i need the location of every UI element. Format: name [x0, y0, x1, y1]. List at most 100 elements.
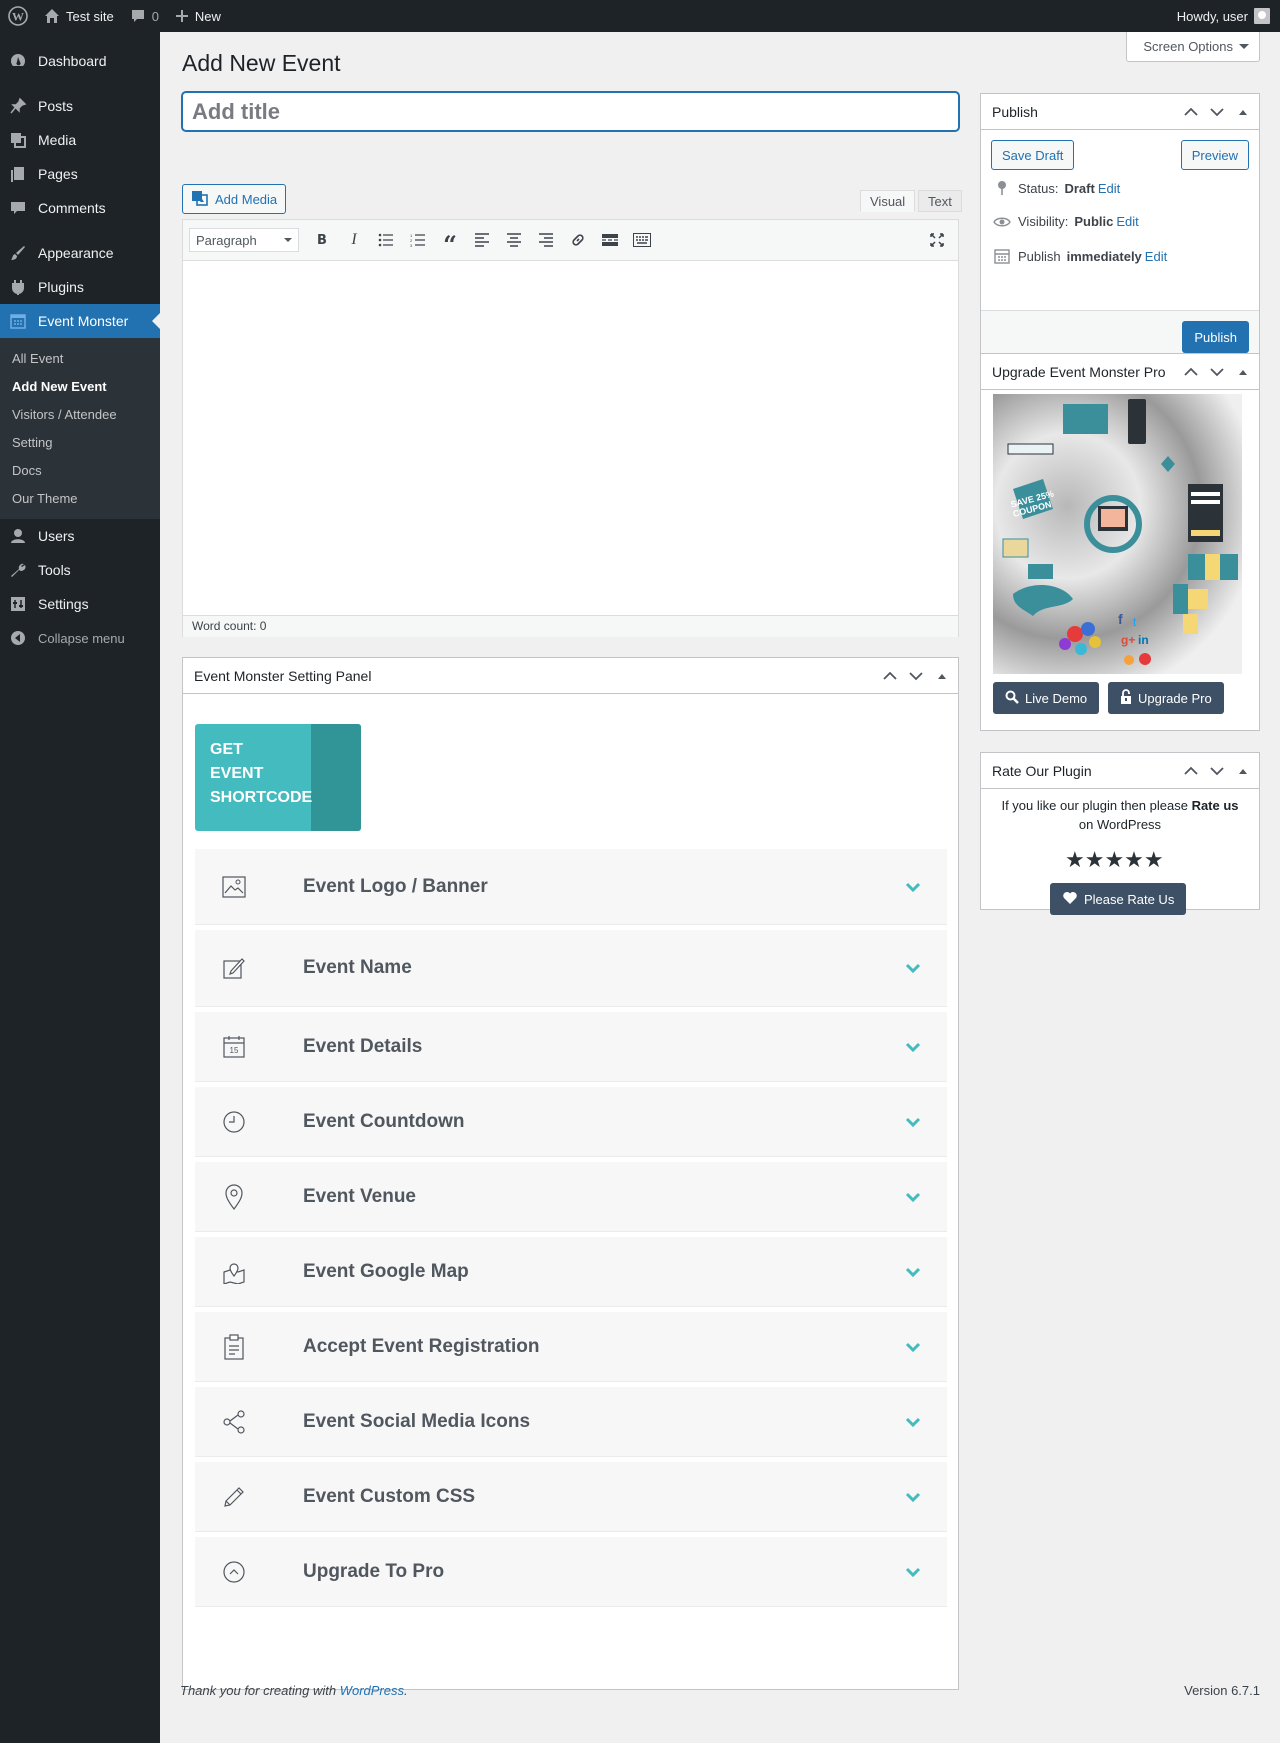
location-pin-icon: [215, 1182, 253, 1212]
menu-label: Appearance: [38, 245, 114, 261]
numbered-list-icon[interactable]: 123: [405, 227, 431, 253]
blockquote-icon[interactable]: “: [437, 227, 463, 257]
section-event-custom-css[interactable]: Event Custom CSS: [195, 1462, 947, 1532]
collapse-triangle-icon[interactable]: [1233, 761, 1253, 781]
tab-text[interactable]: Text: [918, 190, 962, 212]
site-name: Test site: [66, 8, 114, 24]
bullet-list-icon[interactable]: [373, 227, 399, 253]
submenu-add-new-event[interactable]: Add New Event: [0, 373, 160, 401]
section-event-google-map[interactable]: Event Google Map: [195, 1237, 947, 1307]
chevron-down-icon: [905, 1266, 921, 1278]
title-input[interactable]: [182, 92, 959, 131]
upgrade-pro-button[interactable]: Upgrade Pro: [1108, 682, 1224, 714]
plus-icon: [175, 9, 189, 23]
status-label: Status:: [1018, 180, 1059, 196]
upgrade-pro-box: Upgrade Event Monster Pro SAVE 25% COUPO…: [980, 353, 1260, 731]
live-demo-button[interactable]: Live Demo: [993, 682, 1100, 714]
section-event-details[interactable]: 15 Event Details: [195, 1012, 947, 1082]
bold-icon[interactable]: B: [309, 227, 335, 253]
menu-pages[interactable]: Pages: [0, 157, 160, 191]
chevron-up-icon[interactable]: [1181, 102, 1201, 122]
submenu-docs[interactable]: Docs: [0, 457, 160, 485]
add-media-button[interactable]: Add Media: [182, 184, 287, 214]
rate-header[interactable]: Rate Our Plugin: [981, 753, 1259, 789]
align-left-icon[interactable]: [469, 227, 495, 253]
comments-link[interactable]: 0: [122, 0, 167, 32]
format-select[interactable]: Paragraph: [189, 228, 299, 252]
upgrade-title: Upgrade Event Monster Pro: [992, 363, 1166, 380]
collapse-triangle-icon[interactable]: [1233, 362, 1253, 382]
chevron-up-icon[interactable]: [880, 666, 900, 686]
section-event-social-media-icons[interactable]: Event Social Media Icons: [195, 1387, 947, 1457]
setting-panel-header[interactable]: Event Monster Setting Panel: [183, 658, 958, 694]
chevron-down-icon[interactable]: [1207, 102, 1227, 122]
tab-visual[interactable]: Visual: [860, 190, 916, 212]
section-event-countdown[interactable]: Event Countdown: [195, 1087, 947, 1157]
publish-header[interactable]: Publish: [981, 94, 1259, 130]
publish-time-edit-link[interactable]: Edit: [1145, 249, 1167, 264]
read-more-icon[interactable]: [597, 227, 623, 253]
chevron-down-icon[interactable]: [1207, 761, 1227, 781]
editor-content-area[interactable]: [183, 261, 958, 615]
align-right-icon[interactable]: [533, 227, 559, 253]
shortcode-line: SHORTCODE: [210, 789, 313, 806]
section-event-name[interactable]: Event Name: [195, 930, 947, 1007]
section-event-venue[interactable]: Event Venue: [195, 1162, 947, 1232]
chevron-down-icon[interactable]: [906, 666, 926, 686]
link-icon[interactable]: [565, 227, 591, 253]
star-rating[interactable]: ★★★★★: [1065, 847, 1164, 873]
toolbar-toggle-icon[interactable]: [629, 227, 655, 253]
shortcode-line: EVENT: [210, 765, 264, 782]
fullscreen-icon[interactable]: [924, 227, 950, 253]
new-content-button[interactable]: New: [167, 0, 229, 32]
status-edit-link[interactable]: Edit: [1098, 181, 1120, 196]
section-event-logo-banner[interactable]: Event Logo / Banner: [195, 849, 947, 925]
submenu-our-theme[interactable]: Our Theme: [0, 485, 160, 513]
submenu-all-event[interactable]: All Event: [0, 345, 160, 373]
chevron-down-icon: [905, 1341, 921, 1353]
menu-posts[interactable]: Posts: [0, 89, 160, 123]
section-upgrade-to-pro[interactable]: Upgrade To Pro: [195, 1537, 947, 1607]
align-center-icon[interactable]: [501, 227, 527, 253]
add-media-label: Add Media: [215, 191, 278, 207]
section-accept-event-registration[interactable]: Accept Event Registration: [195, 1312, 947, 1382]
chevron-down-icon[interactable]: [1207, 362, 1227, 382]
please-rate-button[interactable]: Please Rate Us: [1050, 883, 1187, 915]
menu-plugins[interactable]: Plugins: [0, 270, 160, 304]
preview-button[interactable]: Preview: [1180, 140, 1249, 170]
menu-appearance[interactable]: Appearance: [0, 236, 160, 270]
chevron-up-icon[interactable]: [1181, 761, 1201, 781]
wordpress-logo-button[interactable]: W: [0, 0, 36, 32]
save-draft-button[interactable]: Save Draft: [991, 140, 1075, 170]
account-menu[interactable]: Howdy, user: [1177, 8, 1280, 24]
chevron-down-icon: [905, 1416, 921, 1428]
menu-comments[interactable]: Comments: [0, 191, 160, 225]
menu-settings[interactable]: Settings: [0, 587, 160, 621]
screen-options-button[interactable]: Screen Options: [1126, 32, 1260, 62]
menu-media[interactable]: Media: [0, 123, 160, 157]
italic-icon[interactable]: I: [341, 227, 367, 253]
publish-button[interactable]: Publish: [1182, 321, 1249, 353]
wrench-icon: [8, 560, 28, 580]
menu-dashboard[interactable]: Dashboard: [0, 44, 160, 78]
rate-plugin-box: Rate Our Plugin If you like our plugin t…: [980, 752, 1260, 915]
chevron-down-icon: [905, 1566, 921, 1578]
chevron-up-icon[interactable]: [1181, 362, 1201, 382]
menu-users[interactable]: Users: [0, 519, 160, 553]
get-shortcode-button[interactable]: GET EVENT SHORTCODE: [195, 724, 361, 831]
wordpress-link[interactable]: WordPress: [340, 1683, 404, 1698]
site-name-link[interactable]: Test site: [36, 0, 122, 32]
collapse-triangle-icon[interactable]: [1233, 102, 1253, 122]
wordpress-logo-icon: W: [8, 6, 28, 26]
collapse-menu-button[interactable]: Collapse menu: [0, 621, 160, 655]
upgrade-header[interactable]: Upgrade Event Monster Pro: [981, 354, 1259, 390]
submenu-setting[interactable]: Setting: [0, 429, 160, 457]
admin-sidebar: Dashboard Posts Media Pages Comments App…: [0, 32, 160, 1743]
submenu-visitors-attendee[interactable]: Visitors / Attendee: [0, 401, 160, 429]
menu-tools[interactable]: Tools: [0, 553, 160, 587]
howdy-text: Howdy, user: [1176, 8, 1248, 24]
menu-event-monster[interactable]: Event Monster: [0, 304, 160, 338]
visibility-edit-link[interactable]: Edit: [1116, 214, 1138, 229]
chevron-down-icon: [905, 1191, 921, 1203]
collapse-triangle-icon[interactable]: [932, 666, 952, 686]
